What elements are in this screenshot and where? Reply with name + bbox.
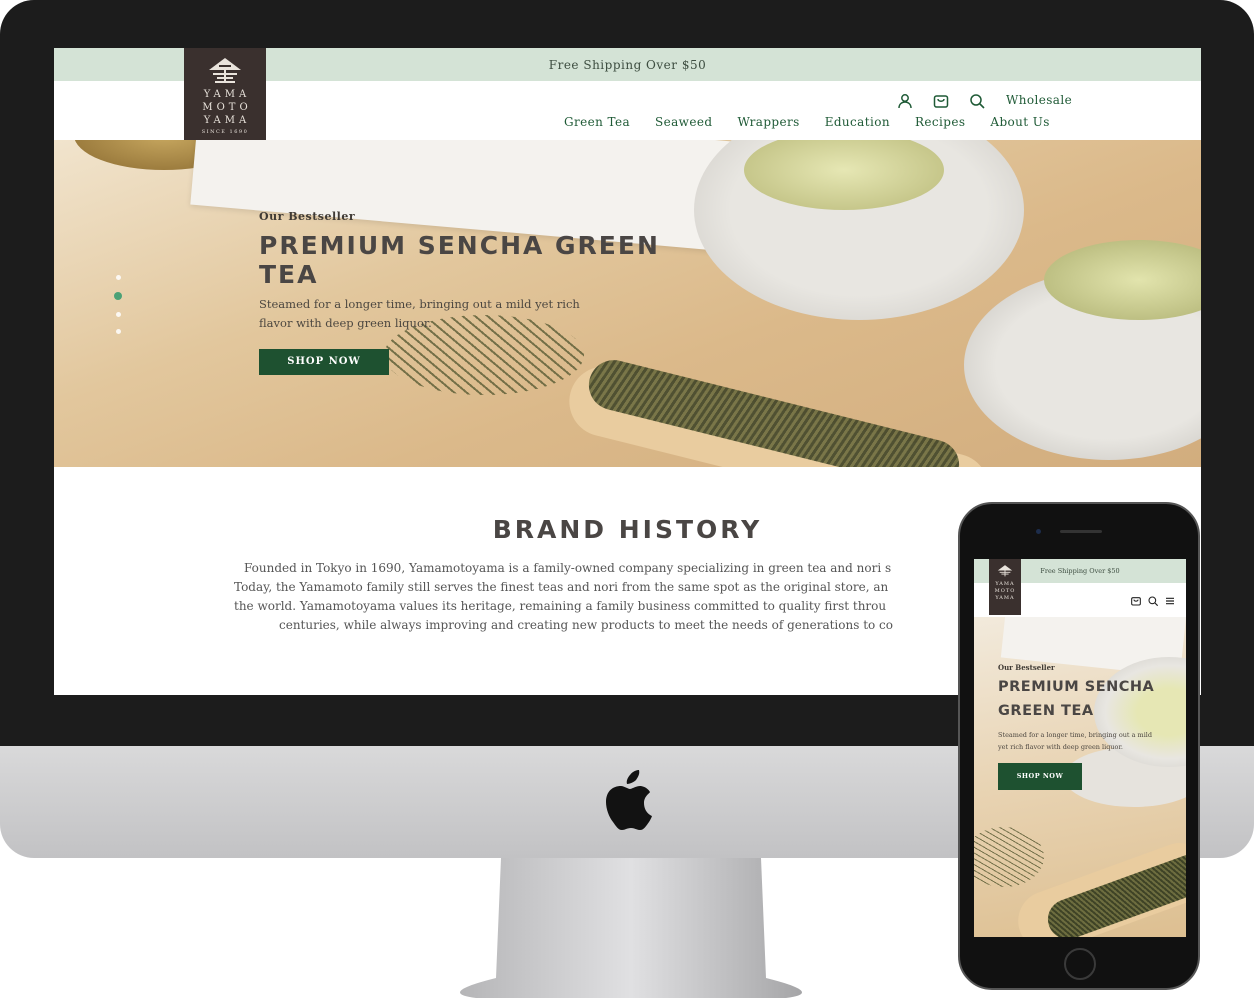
- account-icon[interactable]: [896, 92, 914, 110]
- hero-kicker: Our Bestseller: [998, 663, 1055, 672]
- nav-item-seaweed[interactable]: Seaweed: [655, 115, 712, 129]
- mountain-crest-icon: [997, 565, 1013, 577]
- main-nav: Green Tea Seaweed Wrappers Education Rec…: [564, 115, 1050, 129]
- utility-icons: [896, 92, 986, 110]
- phone-camera: [1036, 529, 1041, 534]
- search-icon[interactable]: [968, 92, 986, 110]
- mobile-brand-logo[interactable]: YAMA MOTO YAMA: [989, 559, 1021, 615]
- hero-title-line: PREMIUM SENCHA: [998, 679, 1155, 695]
- shop-now-button[interactable]: SHOP NOW: [259, 349, 389, 375]
- brand-history-line: Founded in Tokyo in 1690, Yamamotoyama i…: [244, 561, 892, 575]
- slider-dots: [114, 275, 122, 346]
- slider-dot-active[interactable]: [114, 292, 122, 300]
- wholesale-link[interactable]: Wholesale: [1006, 93, 1072, 107]
- menu-icon[interactable]: [1164, 592, 1176, 605]
- logo-text-line: YAMA: [995, 581, 1015, 587]
- logo-text-line: YAMA: [203, 89, 251, 100]
- logo-text-line: YAMA: [203, 115, 251, 126]
- hero-kicker: Our Bestseller: [259, 210, 356, 223]
- hero-copy: Our Bestseller PREMIUM SENCHA GREEN TEA …: [259, 210, 679, 375]
- brand-history-line: centuries, while always improving and cr…: [279, 618, 893, 632]
- nav-item-green-tea[interactable]: Green Tea: [564, 115, 630, 129]
- nav-item-education[interactable]: Education: [825, 115, 890, 129]
- phone-mockup: Free Shipping Over $50 YAMA MOTO YAMA Ou…: [958, 502, 1200, 990]
- apple-icon: [606, 770, 652, 830]
- cart-icon[interactable]: [932, 92, 950, 110]
- nav-item-recipes[interactable]: Recipes: [915, 115, 965, 129]
- logo-text-line: MOTO: [202, 102, 252, 113]
- mobile-hero-copy: Our Bestseller PREMIUM SENCHA GREEN TEA …: [998, 663, 1158, 790]
- mobile-screen: Free Shipping Over $50 YAMA MOTO YAMA Ou…: [974, 559, 1186, 937]
- hero-loose-leaves-image: [974, 827, 1044, 887]
- hero-description: Steamed for a longer time, bringing out …: [259, 297, 580, 330]
- nav-item-wrappers[interactable]: Wrappers: [737, 115, 799, 129]
- brand-history-text: Founded in Tokyo in 1690, Yamamotoyama i…: [234, 559, 1034, 635]
- logo-text-line: MOTO: [994, 588, 1016, 594]
- hero-banner: Our Bestseller PREMIUM SENCHA GREEN TEA …: [54, 140, 1201, 467]
- slider-dot[interactable]: [115, 312, 121, 317]
- hero-description: Steamed for a longer time, bringing out …: [998, 731, 1153, 751]
- nav-item-about-us[interactable]: About Us: [990, 115, 1049, 129]
- brand-history-line: the world. Yamamotoyama values its herit…: [234, 599, 887, 613]
- brand-history-line: Today, the Yamamoto family still serves …: [234, 580, 889, 594]
- brand-logo[interactable]: YAMA MOTO YAMA SINCE 1690: [184, 48, 266, 140]
- shop-now-button[interactable]: SHOP NOW: [998, 763, 1082, 790]
- phone-speaker: [1060, 530, 1102, 533]
- imac-stand: [460, 858, 802, 998]
- hero-title: PREMIUM SENCHA GREEN TEA: [259, 231, 660, 289]
- logo-since: SINCE 1690: [201, 129, 249, 135]
- cart-icon[interactable]: [1130, 592, 1142, 606]
- phone-home-button[interactable]: [1064, 948, 1096, 980]
- mobile-header-icons: [1130, 592, 1176, 607]
- mountain-crest-icon: [209, 58, 241, 83]
- hero-title-line: GREEN TEA: [998, 703, 1094, 719]
- search-icon[interactable]: [1147, 592, 1159, 607]
- slider-dot[interactable]: [115, 275, 121, 280]
- logo-text-line: YAMA: [995, 595, 1015, 601]
- slider-dot[interactable]: [115, 329, 121, 334]
